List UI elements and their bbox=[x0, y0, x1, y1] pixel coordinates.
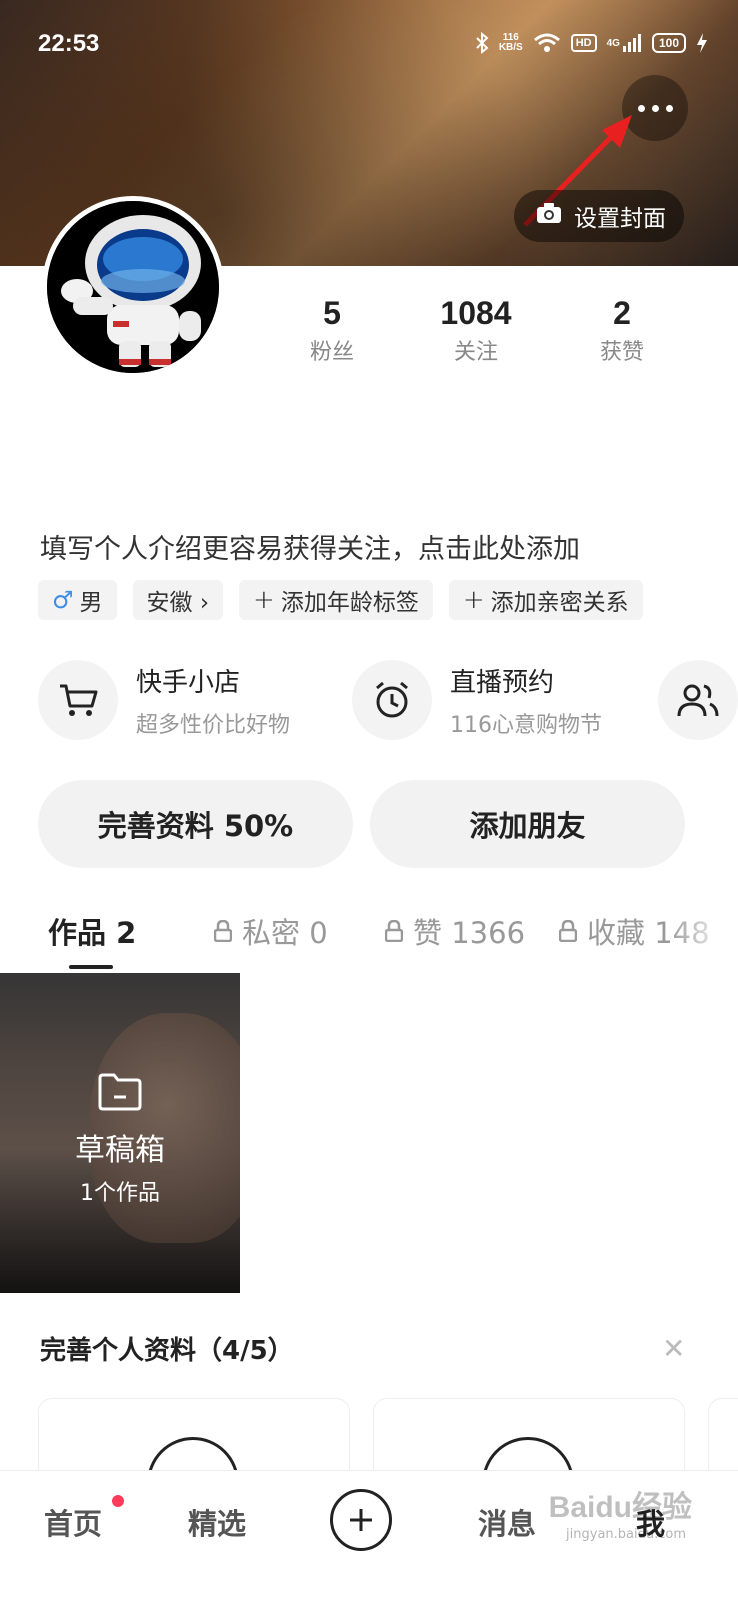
status-time: 22:53 bbox=[38, 30, 100, 57]
intro-placeholder[interactable]: 填写个人介绍更容易获得关注，点击此处添加 bbox=[40, 527, 580, 566]
astronaut-avatar-icon bbox=[47, 201, 219, 373]
add-age-label: 添加年龄标签 bbox=[280, 590, 419, 616]
stat-likes[interactable]: 2 获赞 bbox=[562, 295, 682, 366]
lock-icon bbox=[385, 920, 403, 942]
profile-tags: ♂ 男 安徽 › + 添加年龄标签 + 添加亲密关系 bbox=[38, 580, 643, 620]
close-icon[interactable]: ✕ bbox=[662, 1332, 685, 1365]
stat-value: 5 bbox=[323, 295, 341, 331]
male-icon: ♂ bbox=[52, 586, 74, 614]
shortcut-title: 快手小店 bbox=[136, 667, 241, 698]
drafts-card[interactable]: 草稿箱 1个作品 bbox=[0, 973, 240, 1293]
watermark-sub: jingyan.baidu.com bbox=[566, 1527, 686, 1542]
tab-private[interactable]: 私密 0 bbox=[214, 910, 328, 952]
add-age-tag[interactable]: + 添加年龄标签 bbox=[239, 580, 433, 620]
hd-badge: HD bbox=[570, 34, 597, 52]
stat-value: 1084 bbox=[440, 295, 512, 331]
tab-label: 赞 1366 bbox=[413, 916, 526, 950]
complete-profile-title: 完善个人资料（4/5） bbox=[40, 1336, 294, 1366]
nav-home[interactable]: 首页 bbox=[44, 1501, 102, 1543]
network-speed: 116 KB/S bbox=[499, 33, 523, 53]
create-button[interactable] bbox=[330, 1489, 392, 1551]
network-type: 4G bbox=[606, 37, 620, 49]
stat-following[interactable]: 1084 关注 bbox=[416, 295, 536, 366]
lock-icon bbox=[214, 920, 232, 942]
stat-label: 粉丝 bbox=[309, 340, 354, 365]
add-friends-button[interactable]: 添加朋友 bbox=[370, 780, 685, 868]
charging-icon bbox=[696, 32, 708, 54]
add-relation-label: 添加亲密关系 bbox=[490, 590, 629, 616]
tab-likes[interactable]: 赞 1366 bbox=[385, 910, 525, 952]
complete-profile-button[interactable]: 完善资料 50% bbox=[38, 780, 353, 868]
wifi-icon bbox=[533, 32, 561, 54]
lock-icon bbox=[559, 920, 577, 942]
draft-title: 草稿箱 bbox=[75, 1133, 165, 1168]
battery-indicator: 100 bbox=[651, 33, 686, 53]
draft-count: 1个作品 bbox=[80, 1181, 160, 1206]
alarm-clock-icon bbox=[352, 660, 432, 740]
more-dot-icon bbox=[665, 104, 673, 112]
plus-icon bbox=[350, 1509, 372, 1531]
draft-info: 草稿箱 1个作品 bbox=[0, 1073, 240, 1207]
gender-label: 男 bbox=[79, 590, 103, 616]
nav-featured[interactable]: 精选 bbox=[188, 1501, 246, 1543]
tab-favorites[interactable]: 收藏 148 bbox=[559, 910, 710, 952]
shortcut-title: 直播预约 bbox=[450, 667, 555, 698]
notification-dot bbox=[112, 1495, 124, 1507]
active-tab-indicator bbox=[69, 965, 113, 969]
add-relation-tag[interactable]: + 添加亲密关系 bbox=[448, 580, 643, 620]
signal-icon: 4G bbox=[607, 32, 642, 54]
camera-icon bbox=[536, 202, 562, 230]
region-label: 安徽 › bbox=[146, 590, 210, 616]
status-icons: 116 KB/S HD 4G 100 bbox=[475, 32, 708, 54]
shortcut-shop[interactable]: 快手小店 超多性价比好物 bbox=[38, 660, 290, 740]
tab-works[interactable]: 作品 2 bbox=[48, 910, 136, 952]
shortcut-friends[interactable] bbox=[658, 660, 738, 740]
users-icon bbox=[658, 660, 738, 740]
stat-value: 2 bbox=[613, 295, 631, 331]
stat-label: 关注 bbox=[453, 340, 498, 365]
plus-icon: + bbox=[253, 585, 275, 615]
watermark: Baidu经验 bbox=[548, 1491, 692, 1524]
content-tabs: 作品 2 私密 0 赞 1366 收藏 148 bbox=[0, 910, 738, 970]
shortcut-live-booking[interactable]: 直播预约 116心意购物节 bbox=[352, 660, 602, 740]
more-dot-icon bbox=[651, 104, 659, 112]
shortcut-subtitle: 116心意购物节 bbox=[450, 712, 602, 738]
tab-label: 收藏 148 bbox=[587, 910, 710, 952]
cart-icon bbox=[38, 660, 118, 740]
set-cover-button[interactable]: 设置封面 bbox=[514, 190, 684, 242]
tab-label: 作品 2 bbox=[48, 916, 137, 950]
plus-icon: + bbox=[462, 585, 485, 615]
gender-tag[interactable]: ♂ 男 bbox=[38, 580, 117, 620]
folder-icon bbox=[97, 1073, 143, 1115]
shortcut-subtitle: 超多性价比好物 bbox=[136, 712, 291, 738]
set-cover-label: 设置封面 bbox=[574, 206, 666, 232]
avatar[interactable] bbox=[42, 196, 224, 378]
bluetooth-icon bbox=[475, 32, 489, 54]
tab-label: 私密 0 bbox=[242, 916, 328, 950]
stat-followers[interactable]: 5 粉丝 bbox=[272, 295, 392, 366]
nav-messages[interactable]: 消息 bbox=[478, 1501, 536, 1543]
network-speed-unit: KB/S bbox=[498, 42, 523, 53]
stat-label: 获赞 bbox=[599, 340, 644, 365]
region-tag[interactable]: 安徽 › bbox=[132, 580, 224, 620]
